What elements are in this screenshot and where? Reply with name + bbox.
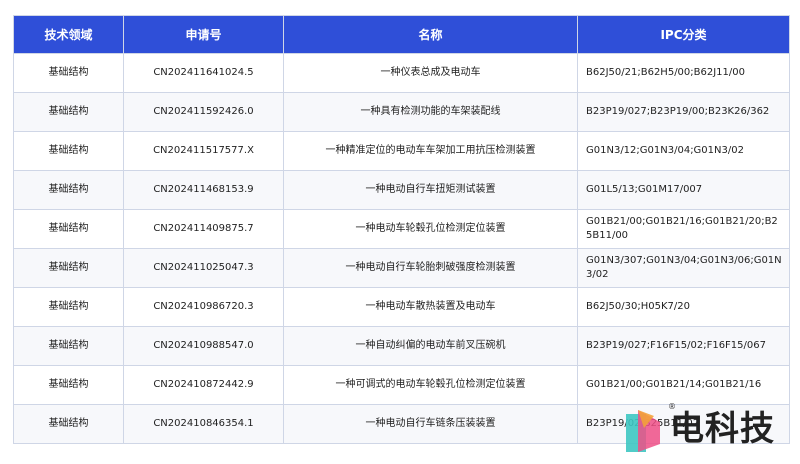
cell-app-no: CN202410988547.0 [123, 326, 284, 366]
cell-name: 一种电动车轮毂孔位检测定位装置 [283, 209, 578, 249]
table-row: 基础结构 CN202411409875.7 一种电动车轮毂孔位检测定位装置 G01B2… [13, 209, 790, 249]
header-ipc: IPC分类 [577, 15, 790, 54]
cell-field: 基础结构 [13, 131, 124, 171]
patent-table: 技术领域 申请号 名称 IPC分类 基础结构 CN202411641024.5 一种… [13, 15, 790, 444]
cell-app-no: CN202411468153.9 [123, 170, 284, 210]
table-body: 基础结构 CN202411641024.5 一种仪表总成及电动车 B62J50/21;… [13, 53, 790, 444]
cell-app-no: CN202410986720.3 [123, 287, 284, 327]
table-row: 基础结构 CN202411025047.3 一种电动自行车轮胎刺破强度检测装置 G01… [13, 248, 790, 288]
cell-name: 一种电动车散热装置及电动车 [283, 287, 578, 327]
cell-field: 基础结构 [13, 53, 124, 93]
header-app-no: 申请号 [123, 15, 284, 54]
cell-name: 一种自动纠偏的电动车前叉压碗机 [283, 326, 578, 366]
cell-app-no: CN202410872442.9 [123, 365, 284, 405]
table-row: 基础结构 CN202411641024.5 一种仪表总成及电动车 B62J50/21;… [13, 53, 790, 93]
table-header-row: 技术领域 申请号 名称 IPC分类 [13, 15, 790, 54]
table-row: 基础结构 CN202410986720.3 一种电动车散热装置及电动车 B62J50/… [13, 287, 790, 327]
header-name: 名称 [283, 15, 578, 54]
cell-field: 基础结构 [13, 248, 124, 288]
cell-field: 基础结构 [13, 92, 124, 132]
cell-field: 基础结构 [13, 404, 124, 444]
cell-app-no: CN202410846354.1 [123, 404, 284, 444]
table-row: 基础结构 CN202410872442.9 一种可调式的电动车轮毂孔位检测定位装置 G… [13, 365, 790, 405]
cell-name: 一种电动自行车扭矩测试装置 [283, 170, 578, 210]
cell-ipc: G01L5/13;G01M17/007 [577, 170, 790, 210]
table-row: 基础结构 CN202411517577.X 一种精准定位的电动车车架加工用抗压检测装… [13, 131, 790, 171]
watermark-text: 电科技 [670, 409, 775, 449]
watermark-logo: ® 电科技 [624, 402, 794, 456]
cell-field: 基础结构 [13, 170, 124, 210]
cell-name: 一种电动自行车轮胎刺破强度检测装置 [283, 248, 578, 288]
cell-app-no: CN202411025047.3 [123, 248, 284, 288]
cell-name: 一种精准定位的电动车车架加工用抗压检测装置 [283, 131, 578, 171]
cell-app-no: CN202411517577.X [123, 131, 284, 171]
cell-field: 基础结构 [13, 326, 124, 366]
cell-field: 基础结构 [13, 209, 124, 249]
table-row: 基础结构 CN202411468153.9 一种电动自行车扭矩测试装置 G01L5/1… [13, 170, 790, 210]
cell-app-no: CN202411592426.0 [123, 92, 284, 132]
cell-field: 基础结构 [13, 287, 124, 327]
cell-app-no: CN202411409875.7 [123, 209, 284, 249]
cell-ipc: B23P19/027;B23P19/00;B23K26/362 [577, 92, 790, 132]
cell-app-no: CN202411641024.5 [123, 53, 284, 93]
cell-ipc: G01B21/00;G01B21/14;G01B21/16 [577, 365, 790, 405]
cell-name: 一种具有检测功能的车架装配线 [283, 92, 578, 132]
cell-ipc: B62J50/30;H05K7/20 [577, 287, 790, 327]
cell-field: 基础结构 [13, 365, 124, 405]
cell-name: 一种可调式的电动车轮毂孔位检测定位装置 [283, 365, 578, 405]
cell-ipc: B62J50/21;B62H5/00;B62J11/00 [577, 53, 790, 93]
cell-name: 一种仪表总成及电动车 [283, 53, 578, 93]
cell-ipc: G01N3/307;G01N3/04;G01N3/06;G01N3/02 [577, 248, 790, 288]
cell-name: 一种电动自行车链条压装装置 [283, 404, 578, 444]
header-field: 技术领域 [13, 15, 124, 54]
cell-ipc: B23P19/027;F16F15/02;F16F15/067 [577, 326, 790, 366]
cell-ipc: G01B21/00;G01B21/16;G01B21/20;B25B11/00 [577, 209, 790, 249]
cell-ipc: G01N3/12;G01N3/04;G01N3/02 [577, 131, 790, 171]
logo-mark-icon [626, 410, 660, 452]
table-row: 基础结构 CN202410988547.0 一种自动纠偏的电动车前叉压碗机 B23P1… [13, 326, 790, 366]
table-row: 基础结构 CN202411592426.0 一种具有检测功能的车架装配线 B23P19… [13, 92, 790, 132]
